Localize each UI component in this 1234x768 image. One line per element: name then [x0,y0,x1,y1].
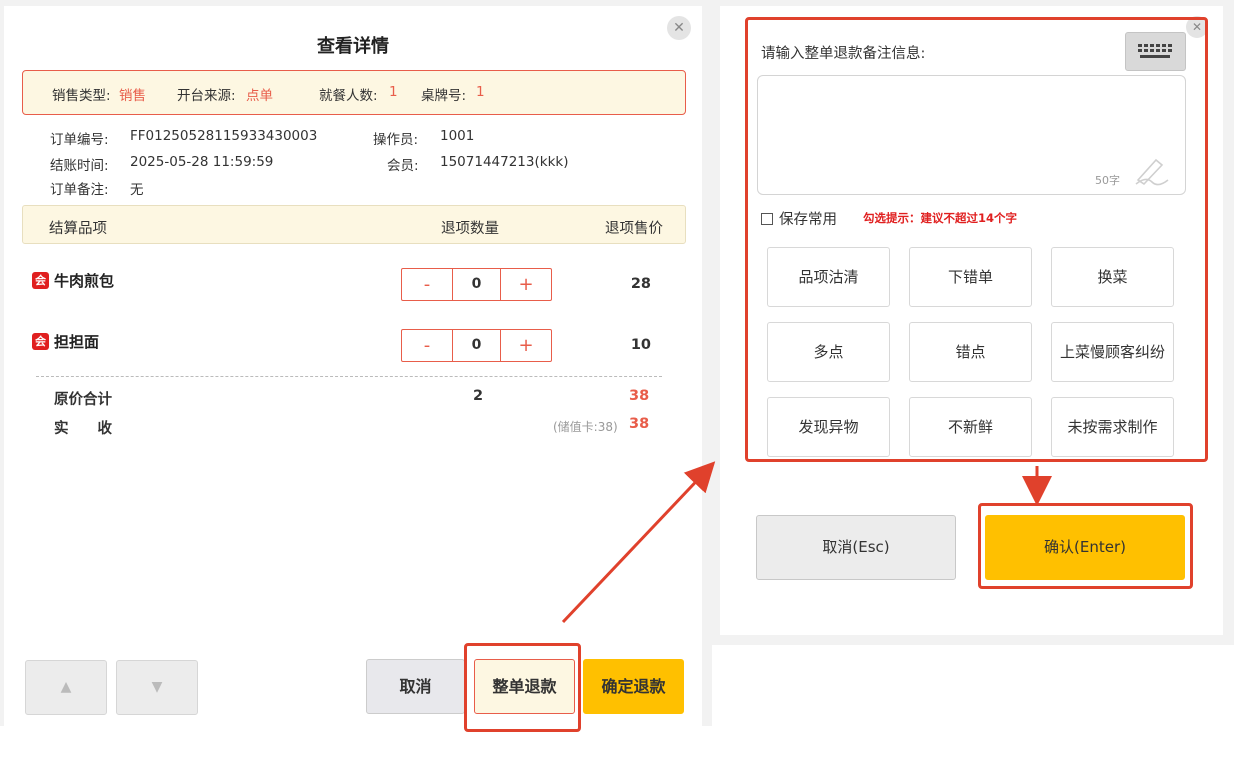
annotation-arrows [561,461,1052,624]
arrow-to-remark [561,461,716,624]
screen: ✕ 查看详情 销售类型: 销售 开台来源: 点单 就餐人数: 1 桌牌号: 1 … [0,0,1234,768]
